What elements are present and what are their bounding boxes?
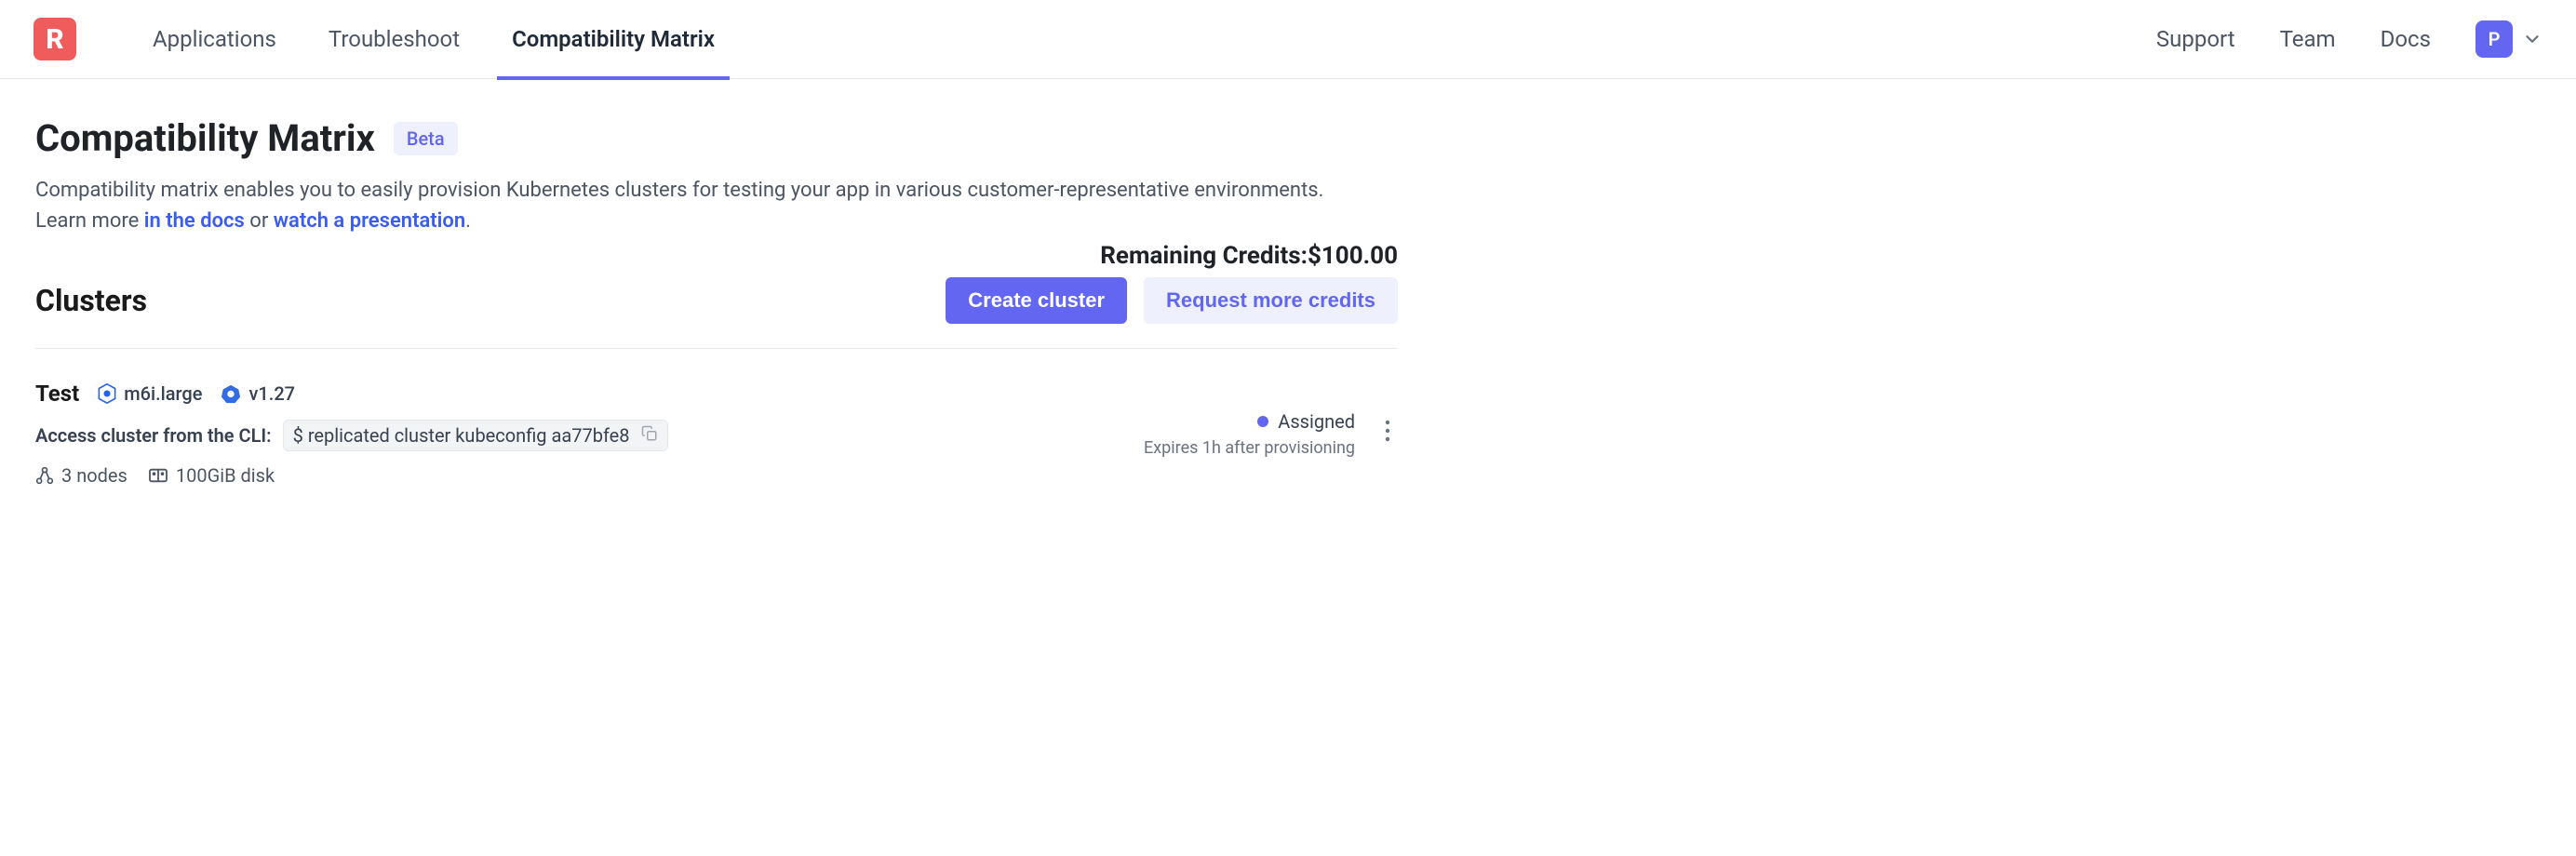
cli-command-box: $ replicated cluster kubeconfig aa77bfe8 [283, 420, 668, 451]
create-cluster-button[interactable]: Create cluster [946, 277, 1127, 324]
clusters-header: Clusters Create cluster Request more cre… [35, 277, 1398, 349]
status-col: Assigned Expires 1h after provisioning [1144, 409, 1355, 458]
status-label: Assigned [1278, 410, 1355, 433]
nav-support[interactable]: Support [2156, 26, 2235, 52]
credits-value: $100.00 [1308, 242, 1398, 270]
instance-type-label: m6i.large [124, 382, 202, 405]
k8s-version-chip: v1.27 [221, 382, 295, 405]
top-nav: R Applications Troubleshoot Compatibilit… [0, 0, 2576, 79]
nav-docs[interactable]: Docs [2381, 26, 2431, 52]
copy-icon[interactable] [641, 424, 658, 447]
user-menu[interactable]: P [2475, 20, 2542, 58]
cluster-actions: Create cluster Request more credits [946, 277, 1398, 324]
credits-label: Remaining Credits: [1100, 242, 1308, 270]
cluster-row: Test m6i.large v1.27 Access cluster from… [35, 349, 1398, 487]
title-row: Compatibility Matrix Beta [35, 116, 1398, 160]
status-dot-icon [1257, 416, 1268, 427]
docs-link[interactable]: in the docs [144, 209, 245, 233]
request-credits-button[interactable]: Request more credits [1144, 277, 1398, 324]
cli-label: Access cluster from the CLI: [35, 424, 272, 447]
resource-row: 3 nodes 100GiB disk [35, 464, 1144, 487]
cluster-info: Test m6i.large v1.27 Access cluster from… [35, 381, 1144, 487]
logo[interactable]: R [34, 18, 76, 60]
page-description-line2: Learn more in the docs or watch a presen… [35, 207, 1398, 236]
period: . [465, 209, 471, 233]
cluster-title-row: Test m6i.large v1.27 [35, 381, 1144, 407]
eks-icon [98, 383, 116, 404]
credits-row: Remaining Credits: $100.00 [35, 242, 1398, 270]
kubernetes-icon [221, 383, 241, 404]
instance-type-chip: m6i.large [98, 382, 202, 405]
nav-left: Applications Troubleshoot Compatibility … [127, 0, 741, 79]
k8s-version-label: v1.27 [248, 382, 295, 405]
nav-troubleshoot[interactable]: Troubleshoot [302, 0, 486, 79]
disk-label: 100GiB disk [176, 464, 275, 487]
disk-item: 100GiB disk [148, 464, 275, 487]
page-title: Compatibility Matrix [35, 116, 375, 160]
nav-applications[interactable]: Applications [127, 0, 302, 79]
expires-label: Expires 1h after provisioning [1144, 438, 1355, 458]
nav-right: Support Team Docs P [2156, 20, 2542, 58]
nodes-label: 3 nodes [61, 464, 127, 487]
cluster-name: Test [35, 381, 79, 407]
cluster-menu-button[interactable] [1377, 412, 1398, 455]
or-label: or [245, 209, 274, 233]
status-row: Assigned [1257, 410, 1355, 433]
watch-presentation-link[interactable]: watch a presentation [274, 209, 465, 233]
cli-command: $ replicated cluster kubeconfig aa77bfe8 [293, 424, 630, 447]
chevron-down-icon [2522, 29, 2542, 49]
nodes-icon [35, 466, 54, 485]
nav-compatibility-matrix[interactable]: Compatibility Matrix [486, 0, 741, 79]
disk-icon [148, 467, 168, 484]
main-content: Compatibility Matrix Beta Compatibility … [0, 79, 1433, 542]
nav-team[interactable]: Team [2280, 26, 2336, 52]
page-description: Compatibility matrix enables you to easi… [35, 177, 1398, 206]
avatar: P [2475, 20, 2513, 58]
cluster-status-col: Assigned Expires 1h after provisioning [1144, 381, 1398, 487]
nodes-item: 3 nodes [35, 464, 127, 487]
learn-more-label: Learn more [35, 209, 144, 233]
kebab-icon [1385, 420, 1390, 442]
cli-row: Access cluster from the CLI: $ replicate… [35, 420, 1144, 451]
clusters-title: Clusters [35, 283, 147, 318]
beta-badge: Beta [394, 122, 458, 155]
